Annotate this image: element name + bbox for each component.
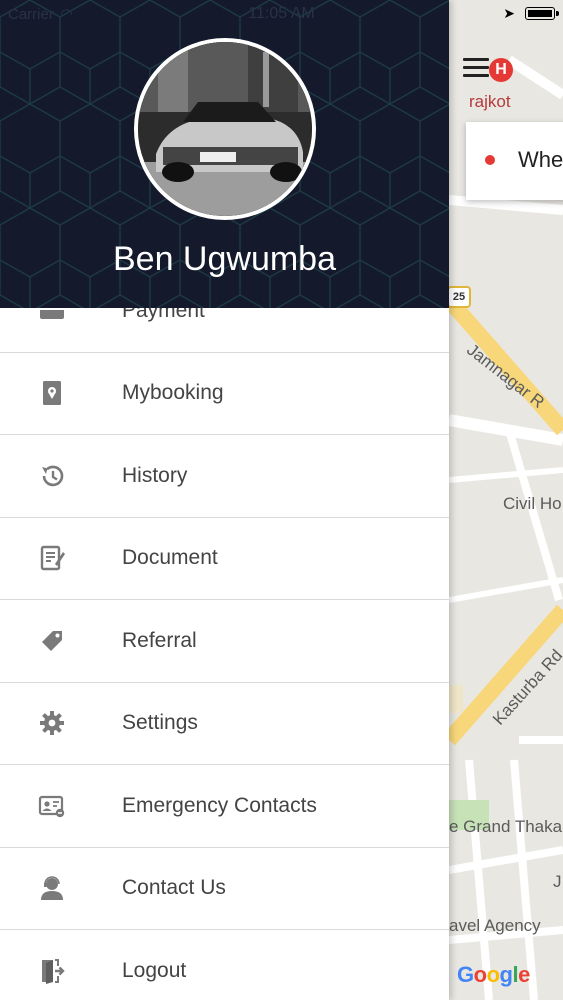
route-shield: 25 <box>449 286 471 308</box>
booking-pin-icon <box>43 381 61 406</box>
location-arrow-icon: ➤ <box>503 5 515 21</box>
menu-item-mybooking[interactable]: Mybooking <box>0 353 449 435</box>
status-time: 11:05 AM <box>248 5 315 22</box>
map-place-label: e Grand Thaka <box>449 817 563 836</box>
menu-item-document[interactable]: Document <box>0 518 449 600</box>
navigation-drawer: Payment Mybooking History Document Refer… <box>0 0 449 1000</box>
support-agent-icon <box>41 876 63 901</box>
menu-item-label: Emergency Contacts <box>122 793 317 817</box>
menu-hamburger-icon[interactable] <box>463 58 489 78</box>
pickup-dot-icon <box>485 155 495 165</box>
map-city-label: rajkot <box>469 92 511 111</box>
map-place-label: Civil Ho <box>503 494 562 513</box>
car-photo <box>138 42 312 216</box>
map-status-bar: ➤ <box>449 0 563 28</box>
menu-item-label: History <box>122 463 188 487</box>
menu-item-label: Document <box>122 546 218 570</box>
menu-item-label: Referral <box>122 628 197 652</box>
menu-item-label: Settings <box>122 711 198 735</box>
drawer-menu: Payment Mybooking History Document Refer… <box>0 270 449 1000</box>
contact-card-icon <box>38 795 65 817</box>
tag-icon <box>42 630 62 651</box>
avatar[interactable] <box>134 38 316 220</box>
hospital-badge: H <box>489 58 513 82</box>
user-name: Ben Ugwumba <box>112 240 336 278</box>
menu-item-referral[interactable]: Referral <box>0 600 449 683</box>
menu-item-logout[interactable]: Logout <box>0 930 449 1000</box>
menu-item-label: Logout <box>122 958 187 982</box>
history-icon <box>42 465 64 486</box>
profile-header: Carrier ◠ 11:05 AM Ben Ugwumba <box>0 0 449 308</box>
map-view[interactable]: ➤ H rajkot Whe 25 Jamnagar R Civil Ho Ka… <box>449 0 563 1000</box>
where-search-card[interactable]: Whe <box>466 122 563 200</box>
menu-item-settings[interactable]: Settings <box>0 683 449 765</box>
logout-icon <box>42 958 65 984</box>
battery-icon <box>525 7 559 20</box>
menu-item-label: Contact Us <box>122 876 226 900</box>
menu-item-history[interactable]: History <box>0 435 449 518</box>
google-logo: Google <box>457 962 530 987</box>
menu-item-emergency-contacts[interactable]: Emergency Contacts <box>0 765 449 848</box>
map-place-label: J <box>553 872 562 891</box>
gear-icon <box>40 711 64 736</box>
menu-item-label: Mybooking <box>122 381 224 405</box>
document-icon <box>40 546 65 571</box>
menu-item-contact-us[interactable]: Contact Us <box>0 848 449 930</box>
where-search-input[interactable]: Whe <box>518 147 563 173</box>
map-place-label: avel Agency <box>449 916 541 935</box>
